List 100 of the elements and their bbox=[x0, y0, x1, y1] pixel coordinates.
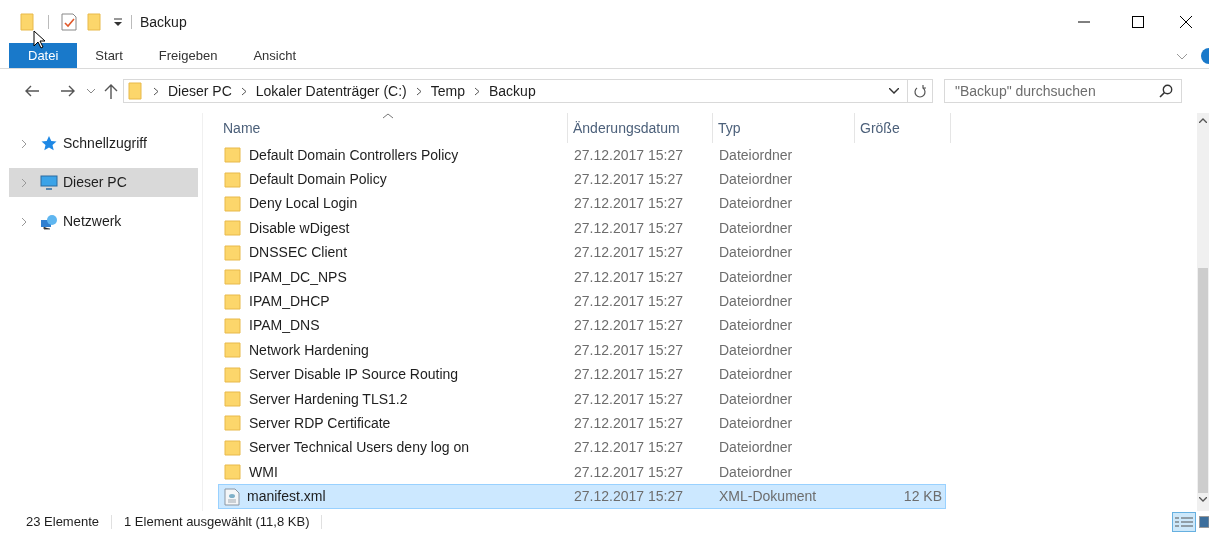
folder-icon bbox=[224, 415, 242, 432]
selection-info: 1 Element ausgewählt (11,8 KB) bbox=[124, 513, 310, 532]
chevron-icon[interactable] bbox=[474, 86, 480, 96]
sidebar-item[interactable]: Schnellzugriff bbox=[9, 129, 198, 158]
file-name: IPAM_DNS bbox=[249, 316, 320, 336]
type-cell: Dateiordner bbox=[719, 146, 793, 163]
type-cell: Dateiordner bbox=[719, 317, 793, 334]
breadcrumb[interactable]: Backup bbox=[489, 80, 536, 102]
file-name: DNSSEC Client bbox=[249, 243, 348, 263]
ribbon-tab[interactable]: Start bbox=[77, 43, 141, 68]
close-icon bbox=[1180, 16, 1192, 28]
file-name: Server Disable IP Source Routing bbox=[249, 365, 459, 385]
size-cell: 12 KB bbox=[903, 488, 942, 505]
folder-icon bbox=[128, 82, 144, 100]
properties-icon[interactable] bbox=[61, 13, 77, 31]
expand-ribbon-icon[interactable] bbox=[1177, 54, 1187, 60]
file-name: IPAM_DHCP bbox=[249, 292, 330, 312]
address-bar[interactable]: Dieser PC Lokaler Datenträger (C:) Temp Backup bbox=[123, 79, 933, 103]
breadcrumb[interactable]: Dieser PC bbox=[168, 80, 232, 102]
file-row[interactable]: IPAM_DNS 27.12.2017 15:27 Dateiordner bbox=[218, 313, 946, 339]
file-row[interactable]: IPAM_DC_NPS 27.12.2017 15:27 Dateiordner bbox=[218, 264, 946, 290]
file-row[interactable]: Default Domain Policy 27.12.2017 15:27 Dateiordner bbox=[218, 167, 946, 192]
type-cell: Dateiordner bbox=[719, 195, 793, 212]
column-header[interactable]: Typ bbox=[713, 113, 855, 143]
file-row[interactable]: Server Technical Users deny log on 27.12.2017 15:27 Dateiordner bbox=[218, 435, 946, 461]
file-row[interactable]: IPAM_DHCP 27.12.2017 15:27 Dateiordner bbox=[218, 289, 946, 314]
item-count: 23 Elemente bbox=[26, 513, 99, 532]
scroll-up-icon[interactable] bbox=[1199, 118, 1207, 123]
expand-chevron-icon[interactable] bbox=[21, 216, 27, 227]
file-row[interactable]: Server RDP Certificate 27.12.2017 15:27 Dateiordner bbox=[218, 411, 946, 436]
scrollbar[interactable] bbox=[1197, 113, 1209, 511]
file-row[interactable]: Deny Local Login 27.12.2017 15:27 Dateiordner bbox=[218, 191, 946, 217]
date-cell: 27.12.2017 15:27 bbox=[574, 439, 683, 456]
sidebar-item[interactable]: Netzwerk bbox=[9, 207, 198, 236]
customize-caret-icon[interactable] bbox=[113, 17, 123, 27]
help-icon[interactable] bbox=[1201, 48, 1209, 64]
file-name: WMI bbox=[249, 462, 278, 482]
refresh-icon bbox=[914, 84, 926, 98]
file-row[interactable]: Network Hardening 27.12.2017 15:27 Dateiordner bbox=[218, 338, 946, 363]
file-row[interactable]: WMI 27.12.2017 15:27 Dateiordner bbox=[218, 460, 946, 485]
file-row[interactable]: manifest.xml 27.12.2017 15:27 XML-Dokument 12 KB bbox=[218, 484, 946, 509]
chevron-icon[interactable] bbox=[153, 86, 159, 96]
folder-icon bbox=[224, 439, 242, 456]
type-cell: Dateiordner bbox=[719, 463, 793, 480]
folder-icon bbox=[224, 391, 242, 408]
date-cell: 27.12.2017 15:27 bbox=[574, 219, 683, 236]
date-cell: 27.12.2017 15:27 bbox=[574, 463, 683, 480]
file-name: Disable wDigest bbox=[249, 218, 350, 238]
ribbon-tab[interactable]: Datei bbox=[9, 43, 78, 68]
file-row[interactable]: DNSSEC Client 27.12.2017 15:27 Dateiordner bbox=[218, 240, 946, 265]
chevron-icon[interactable] bbox=[240, 86, 247, 96]
search-field[interactable]: "Backup" durchsuchen bbox=[944, 79, 1182, 103]
date-cell: 27.12.2017 15:27 bbox=[574, 341, 683, 358]
folder-icon bbox=[224, 147, 242, 164]
ribbon-tab[interactable]: Freigeben bbox=[140, 43, 236, 68]
column-header[interactable]: Änderungsdatum bbox=[568, 113, 713, 143]
date-cell: 27.12.2017 15:27 bbox=[574, 244, 683, 261]
file-row[interactable]: Server Hardening TLS1.2 27.12.2017 15:27 Dateiordner bbox=[218, 386, 946, 412]
type-cell: Dateiordner bbox=[719, 171, 793, 188]
folder-icon bbox=[224, 464, 242, 481]
folder-icon bbox=[224, 366, 242, 383]
type-cell: Dateiordner bbox=[719, 390, 793, 407]
expand-chevron-icon[interactable] bbox=[21, 138, 27, 149]
type-cell: Dateiordner bbox=[719, 341, 793, 358]
scroll-down-icon[interactable] bbox=[1199, 497, 1207, 502]
scroll-thumb[interactable] bbox=[1198, 268, 1208, 493]
folder-icon bbox=[224, 293, 242, 310]
ribbon-tab[interactable]: Ansicht bbox=[235, 43, 314, 68]
file-name: Server RDP Certificate bbox=[249, 414, 391, 433]
recent-caret-icon[interactable] bbox=[87, 88, 95, 94]
sidebar-item[interactable]: Dieser PC bbox=[9, 168, 198, 197]
breadcrumb[interactable]: Temp bbox=[430, 80, 465, 102]
date-cell: 27.12.2017 15:27 bbox=[574, 171, 683, 188]
maximize-icon bbox=[1132, 16, 1144, 28]
date-cell: 27.12.2017 15:27 bbox=[574, 195, 683, 212]
sort-caret-icon bbox=[383, 113, 393, 119]
date-cell: 27.12.2017 15:27 bbox=[574, 268, 683, 285]
file-name: manifest.xml bbox=[247, 487, 326, 507]
document-icon bbox=[224, 487, 240, 506]
folder-icon bbox=[224, 244, 242, 261]
type-cell: Dateiordner bbox=[719, 219, 793, 236]
file-row[interactable]: Server Disable IP Source Routing 27.12.2017 15:27 Dateiordner bbox=[218, 362, 946, 387]
dropdown-caret-icon[interactable] bbox=[889, 88, 899, 94]
file-row[interactable]: Disable wDigest 27.12.2017 15:27 Dateiordner bbox=[218, 216, 946, 241]
chevron-icon[interactable] bbox=[415, 86, 422, 96]
file-name: Default Domain Controllers Policy bbox=[249, 145, 459, 165]
type-cell: Dateiordner bbox=[719, 293, 793, 310]
star-icon bbox=[40, 135, 58, 152]
file-row[interactable]: Default Domain Controllers Policy 27.12.2017 15:27 Dateiordner bbox=[218, 143, 946, 168]
date-cell: 27.12.2017 15:27 bbox=[574, 366, 683, 383]
breadcrumb[interactable]: Lokaler Datenträger (C:) bbox=[255, 80, 407, 102]
network-icon bbox=[40, 213, 58, 230]
date-cell: 27.12.2017 15:27 bbox=[574, 146, 683, 163]
file-name: Server Hardening TLS1.2 bbox=[249, 389, 408, 409]
column-header[interactable]: Name bbox=[218, 113, 568, 143]
type-cell: Dateiordner bbox=[719, 366, 793, 383]
search-icon[interactable] bbox=[1159, 84, 1173, 98]
column-header[interactable]: Größe bbox=[855, 113, 951, 143]
window-title: Backup bbox=[140, 12, 187, 32]
folder-icon bbox=[224, 269, 242, 286]
